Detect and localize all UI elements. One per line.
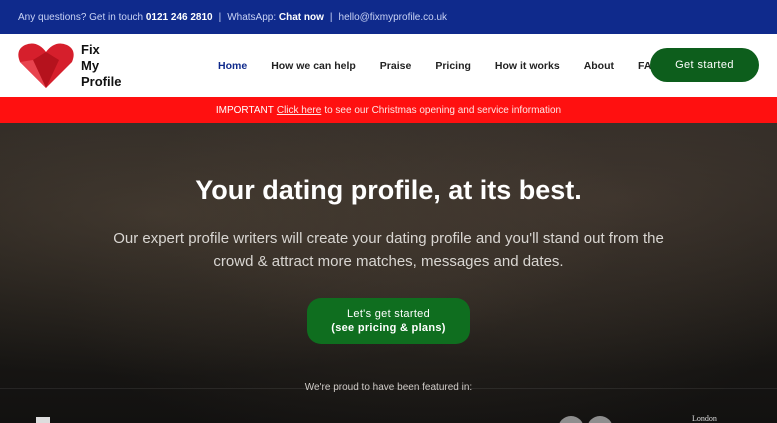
contact-prompt: Any questions? Get in touch: [18, 11, 144, 23]
lets-get-started-button[interactable]: Let's get started (see pricing & plans): [307, 298, 470, 344]
separator: |: [329, 11, 333, 23]
heart-logo-icon: [18, 43, 74, 88]
press-logo: [587, 416, 613, 423]
nav-about[interactable]: About: [584, 60, 614, 72]
banner-text: to see our Christmas opening and service…: [324, 104, 562, 116]
chat-now-link[interactable]: Chat now: [279, 12, 324, 23]
hero-section: Your dating profile, at its best. Our ex…: [0, 123, 777, 423]
featured-in-text: We're proud to have been featured in:: [304, 382, 473, 393]
main-nav: Fix My Profile Home How we can help Prai…: [0, 34, 777, 97]
whatsapp-label: WhatsApp:: [227, 11, 277, 23]
get-started-button[interactable]: Get started: [650, 48, 759, 82]
nav-praise[interactable]: Praise: [380, 60, 412, 72]
hero-subtitle: Our expert profile writers will create y…: [113, 230, 664, 270]
site-logo[interactable]: Fix My Profile: [17, 41, 127, 91]
email-link[interactable]: hello@fixmyprofile.co.uk: [339, 12, 448, 23]
press-logo: [36, 417, 50, 423]
button-line2: (see pricing & plans): [331, 322, 446, 334]
logo-text-line2: My: [81, 58, 100, 73]
button-line1: Let's get started: [346, 308, 431, 320]
press-logo-london: London: [692, 414, 717, 423]
hero-title: Your dating profile, at its best.: [195, 175, 582, 205]
nav-pricing[interactable]: Pricing: [435, 60, 471, 72]
logo-text-line3: Profile: [81, 74, 122, 89]
click-here-link[interactable]: Click here: [277, 105, 321, 116]
nav-how-we-can-help[interactable]: How we can help: [271, 60, 356, 72]
nav-menu: Home How we can help Praise Pricing How …: [218, 34, 689, 97]
logo-text-line1: Fix: [81, 42, 100, 57]
nav-how-it-works[interactable]: How it works: [495, 60, 560, 72]
press-logo: [558, 416, 584, 423]
important-banner: IMPORTANT Click here to see our Christma…: [0, 97, 777, 123]
separator: |: [218, 11, 222, 23]
top-contact-bar: Any questions? Get in touch 0121 246 281…: [0, 0, 777, 34]
nav-home[interactable]: Home: [218, 60, 247, 72]
important-label: IMPORTANT: [215, 104, 274, 116]
phone-link[interactable]: 0121 246 2810: [146, 12, 213, 23]
